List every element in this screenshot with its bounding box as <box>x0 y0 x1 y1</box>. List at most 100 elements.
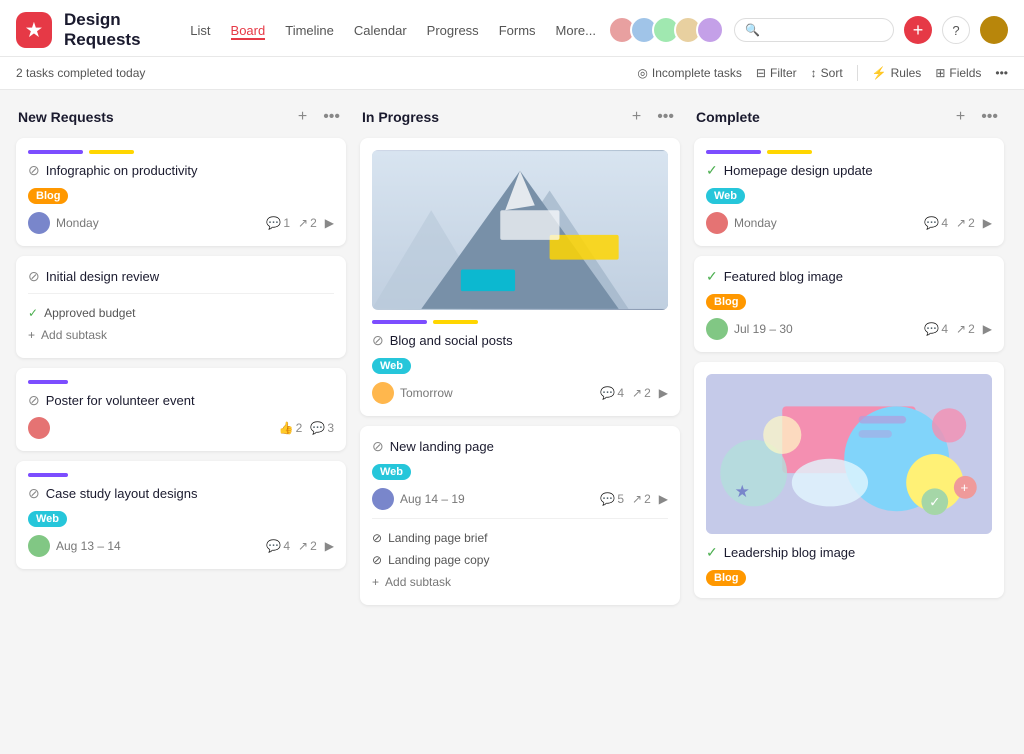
tag-web-case-study: Web <box>28 511 67 527</box>
share-icon-landing: ↗ <box>632 492 642 506</box>
add-subtask-landing[interactable]: + Add subtask <box>372 571 668 593</box>
comments-case-study: 💬 4 <box>266 539 290 553</box>
check-icon-3: ⊘ <box>28 392 40 409</box>
column-title-in-progress: In Progress <box>362 109 439 125</box>
progress-bars-homepage <box>706 150 992 154</box>
shares-case-study: ↗ 2 <box>298 539 317 553</box>
avatar-landing <box>372 488 394 510</box>
mountain-image <box>372 150 668 310</box>
thumbs-poster: 👍 2 <box>279 421 303 435</box>
sort-icon: ↕ <box>811 66 817 80</box>
plus-icon-landing: + <box>372 575 379 589</box>
tasks-completed: 2 tasks completed today <box>16 66 621 80</box>
rules-button[interactable]: ⚡ Rules <box>872 66 922 80</box>
check-done-icon: ✓ <box>28 306 38 320</box>
check-icon-4: ⊘ <box>28 485 40 502</box>
card-title-case-study: ⊘ Case study layout designs <box>28 485 334 502</box>
divider-design-review <box>28 293 334 294</box>
column-in-progress: In Progress + ••• <box>360 106 680 615</box>
comments-featured: 💬 4 <box>924 322 948 336</box>
card-landing-page: ⊘ New landing page Web Aug 14 – 19 💬 5 ↗… <box>360 426 680 605</box>
search-box[interactable]: 🔍 <box>734 18 894 42</box>
add-subtask-design-review[interactable]: + Add subtask <box>28 324 334 346</box>
card-meta-blog: 💬 4 ↗ 2 ▶ <box>600 386 668 400</box>
progress-bar-case-study <box>28 473 68 477</box>
add-card-new-requests[interactable]: + <box>294 106 311 128</box>
expand-icon-featured[interactable]: ▶ <box>983 322 992 336</box>
prog-bar-purple-blog <box>372 320 427 324</box>
nav-timeline[interactable]: Timeline <box>285 21 334 40</box>
sort-button[interactable]: ↕ Sort <box>811 66 843 80</box>
team-avatars <box>608 16 724 44</box>
card-footer-case-study: Aug 13 – 14 💬 4 ↗ 2 ▶ <box>28 535 334 557</box>
mountain-svg <box>372 150 668 310</box>
add-button[interactable]: + <box>904 16 932 44</box>
tag-web-blog: Web <box>372 358 411 374</box>
expand-icon[interactable]: ▶ <box>325 216 334 230</box>
check-done-icon-leadership: ✓ <box>706 544 718 561</box>
subtask-brief: ⊘ Landing page brief <box>372 527 668 549</box>
card-featured-blog: ✓ Featured blog image Blog Jul 19 – 30 💬… <box>694 256 1004 352</box>
share-icon-blog: ↗ <box>632 386 642 400</box>
more-new-requests[interactable]: ••• <box>319 106 344 128</box>
share-icon-case: ↗ <box>298 539 308 553</box>
fields-icon: ⊞ <box>935 66 945 80</box>
prog-bar-yellow-homepage <box>767 150 812 154</box>
column-actions-complete: + ••• <box>952 106 1002 128</box>
expand-icon-landing[interactable]: ▶ <box>659 492 668 506</box>
search-input[interactable] <box>765 23 865 37</box>
add-card-in-progress[interactable]: + <box>628 106 645 128</box>
abstract-svg: ★ ✓ + <box>706 374 992 534</box>
nav-more[interactable]: More... <box>556 21 596 40</box>
check-copy-icon: ⊘ <box>372 553 382 567</box>
expand-icon-homepage[interactable]: ▶ <box>983 216 992 230</box>
date-featured: Jul 19 – 30 <box>734 322 918 336</box>
user-avatar[interactable] <box>980 16 1008 44</box>
column-header-complete: Complete + ••• <box>694 106 1004 128</box>
fields-button[interactable]: ⊞ Fields <box>935 66 981 80</box>
progress-bar-yellow <box>89 150 134 154</box>
card-title-featured: ✓ Featured blog image <box>706 268 992 285</box>
header-nav: List Board Timeline Calendar Progress Fo… <box>190 21 596 40</box>
divider <box>857 65 858 81</box>
search-icon: 🔍 <box>745 23 760 37</box>
check-icon-2: ⊘ <box>28 268 40 285</box>
shares-homepage: ↗ 2 <box>956 216 975 230</box>
check-done-icon-featured: ✓ <box>706 268 718 285</box>
more-in-progress[interactable]: ••• <box>653 106 678 128</box>
subtask-approved-budget: ✓ Approved budget <box>28 302 334 324</box>
card-footer-featured: Jul 19 – 30 💬 4 ↗ 2 ▶ <box>706 318 992 340</box>
shares-blog: ↗ 2 <box>632 386 651 400</box>
comment-icon-poster: 💬 <box>310 421 325 435</box>
card-case-study: ⊘ Case study layout designs Web Aug 13 –… <box>16 461 346 569</box>
avatar-case-study <box>28 535 50 557</box>
share-icon-homepage: ↗ <box>956 216 966 230</box>
column-title-new-requests: New Requests <box>18 109 114 125</box>
comment-icon-featured: 💬 <box>924 322 939 336</box>
circle-icon: ◎ <box>637 66 647 80</box>
help-button[interactable]: ? <box>942 16 970 44</box>
filter-button[interactable]: ⊟ Filter <box>756 66 797 80</box>
more-complete[interactable]: ••• <box>977 106 1002 128</box>
plus-icon: + <box>28 328 35 342</box>
nav-forms[interactable]: Forms <box>499 21 536 40</box>
card-meta-homepage: 💬 4 ↗ 2 ▶ <box>924 216 992 230</box>
comments-infographic: 💬 1 <box>266 216 290 230</box>
expand-icon-blog[interactable]: ▶ <box>659 386 668 400</box>
add-card-complete[interactable]: + <box>952 106 969 128</box>
date-homepage: Monday <box>734 216 918 230</box>
nav-board[interactable]: Board <box>231 21 266 40</box>
comment-icon: 💬 <box>266 216 281 230</box>
card-footer-landing: Aug 14 – 19 💬 5 ↗ 2 ▶ <box>372 488 668 510</box>
header-right: 🔍 + ? <box>608 16 1008 44</box>
progress-bar-poster <box>28 380 68 384</box>
date-blog: Tomorrow <box>400 386 594 400</box>
nav-list[interactable]: List <box>190 21 210 40</box>
nav-progress[interactable]: Progress <box>427 21 479 40</box>
shares-featured: ↗ 2 <box>956 322 975 336</box>
incomplete-tasks-filter[interactable]: ◎ Incomplete tasks <box>637 66 742 80</box>
expand-icon-case[interactable]: ▶ <box>325 539 334 553</box>
card-title-blog: ⊘ Blog and social posts <box>372 332 668 349</box>
more-options-button[interactable]: ••• <box>995 66 1008 80</box>
nav-calendar[interactable]: Calendar <box>354 21 407 40</box>
